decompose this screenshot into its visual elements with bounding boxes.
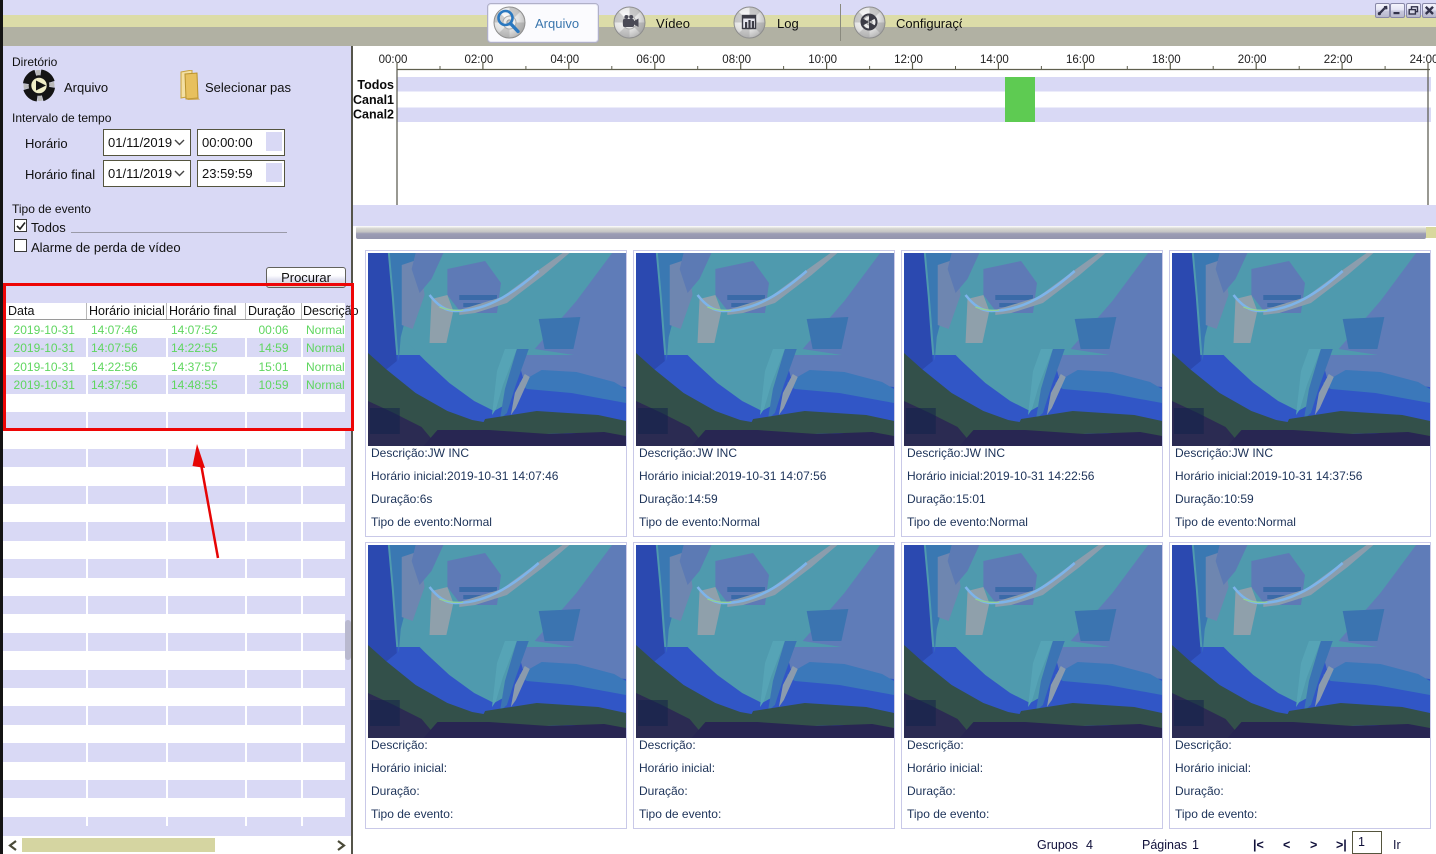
svg-text:00:00: 00:00: [379, 54, 408, 66]
svg-text:16:00: 16:00: [1066, 54, 1095, 66]
svg-text:08:00: 08:00: [722, 54, 751, 66]
svg-text:18:00: 18:00: [1152, 54, 1181, 66]
svg-text:Canal2: Canal2: [353, 108, 394, 122]
svg-text:Todos: Todos: [357, 78, 394, 92]
svg-text:04:00: 04:00: [550, 54, 579, 66]
svg-text:12:00: 12:00: [894, 54, 923, 66]
svg-text:06:00: 06:00: [636, 54, 665, 66]
svg-text:02:00: 02:00: [465, 54, 494, 66]
svg-text:14:00: 14:00: [980, 54, 1009, 66]
svg-text:Canal1: Canal1: [353, 93, 394, 107]
svg-text:24:00: 24:00: [1410, 54, 1436, 66]
svg-text:22:00: 22:00: [1324, 54, 1353, 66]
svg-text:10:00: 10:00: [808, 54, 837, 66]
svg-text:20:00: 20:00: [1238, 54, 1267, 66]
